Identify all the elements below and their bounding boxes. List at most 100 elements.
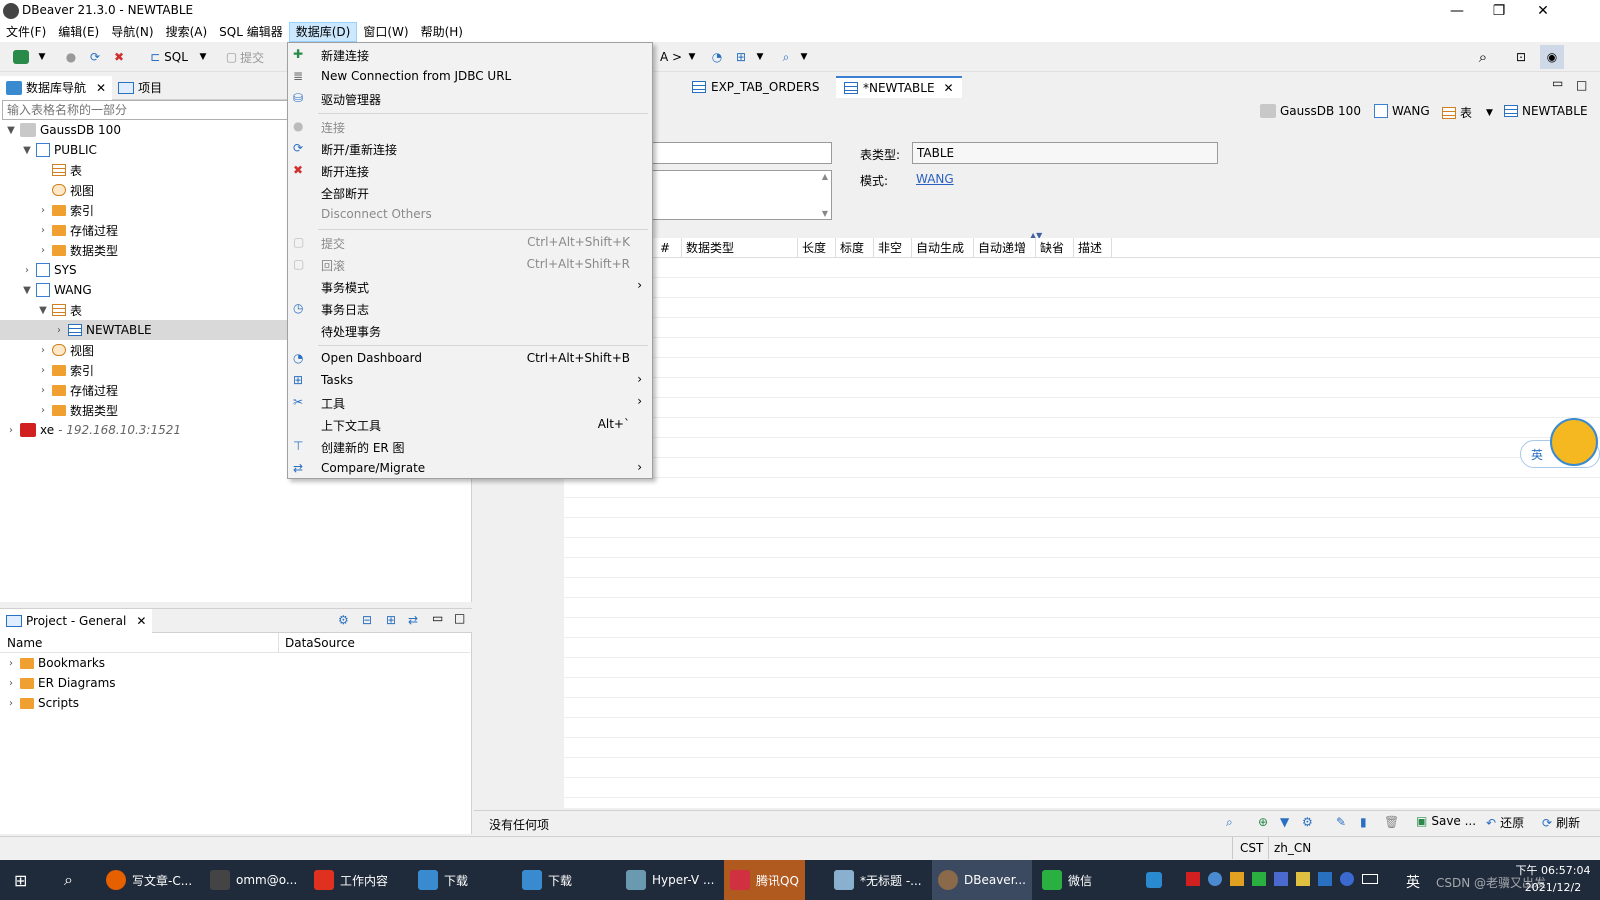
col-header-description[interactable]: 描述 xyxy=(1074,238,1112,258)
minimize-editor-icon[interactable]: ▭ xyxy=(1552,76,1563,90)
ime-mascot-icon[interactable] xyxy=(1550,418,1598,466)
global-search-icon[interactable]: ⌕ xyxy=(1472,45,1494,69)
chevron-down-icon[interactable]: ▼ xyxy=(197,45,209,69)
chevron-down-icon[interactable]: ▼ xyxy=(754,45,766,69)
taskbar-item-terminal[interactable]: omm@o... xyxy=(204,860,303,900)
tray-qq-icon[interactable] xyxy=(1140,860,1168,900)
tree-node-public-views[interactable]: 视图 xyxy=(52,180,94,200)
chevron-right-icon[interactable]: › xyxy=(6,658,16,669)
menu-navigate[interactable]: 导航(N) xyxy=(105,22,159,42)
tray-language[interactable]: 英 xyxy=(1406,872,1420,892)
col-header-scale[interactable]: 标度 xyxy=(836,238,874,258)
taskbar-item-qq[interactable]: 腾讯QQ xyxy=(724,860,805,900)
tray-shield-icon[interactable] xyxy=(1318,872,1332,886)
battery-icon[interactable] xyxy=(1362,874,1378,884)
chevron-down-icon[interactable]: ▼ xyxy=(38,305,48,316)
menu-item-disconnect-all[interactable]: 全部断开 xyxy=(288,182,652,203)
editor-tab-newtable[interactable]: *NEWTABLE ✕ xyxy=(836,76,962,98)
bluetooth-icon[interactable] xyxy=(1340,872,1354,886)
menu-item-rollback[interactable]: ▢ 回滚 Ctrl+Alt+Shift+R xyxy=(288,254,652,275)
breadcrumb-db[interactable]: GaussDB 100 xyxy=(1260,104,1361,118)
tray-app-icon[interactable] xyxy=(1274,872,1288,886)
collapse-all-icon[interactable]: ⊟ xyxy=(362,613,372,627)
tray-app-icon[interactable] xyxy=(1296,872,1310,886)
filter-icon[interactable]: ▼ xyxy=(1280,815,1289,829)
scroll-down-icon[interactable]: ▼ xyxy=(822,209,828,218)
menu-item-create-er-diagram[interactable]: ⊤ 创建新的 ER 图 xyxy=(288,436,652,457)
save-button[interactable]: ▣ Save ... xyxy=(1416,814,1476,828)
chevron-right-icon[interactable]: › xyxy=(38,205,48,216)
tree-node-gaussdb[interactable]: ▼ GaussDB 100 xyxy=(6,120,121,140)
link-editor-icon[interactable]: ⇄ xyxy=(408,613,418,627)
maximize-panel-icon[interactable]: □ xyxy=(454,611,465,625)
chevron-right-icon[interactable]: › xyxy=(38,225,48,236)
breadcrumb-schema[interactable]: WANG xyxy=(1374,104,1430,118)
chevron-down-icon[interactable]: ▼ xyxy=(686,45,698,69)
menu-edit[interactable]: 编辑(E) xyxy=(52,22,105,42)
search-tool-icon[interactable]: ⌕ xyxy=(776,45,796,69)
tasks-icon[interactable]: ⊞ xyxy=(730,45,752,69)
taskbar-item-download-2[interactable]: 下载 xyxy=(516,860,578,900)
taskbar-search-button[interactable]: ⌕ xyxy=(58,860,79,900)
connect-icon[interactable]: ● xyxy=(60,45,82,69)
maximize-button[interactable]: ❐ xyxy=(1476,0,1522,22)
taskbar-item-work[interactable]: 工作内容 xyxy=(308,860,394,900)
close-tab-icon[interactable]: ✕ xyxy=(96,81,106,95)
menu-database[interactable]: 数据库(D) xyxy=(288,22,358,42)
chevron-right-icon[interactable]: › xyxy=(6,678,16,689)
chevron-right-icon[interactable]: › xyxy=(6,698,16,709)
disconnect-icon[interactable]: ✖ xyxy=(108,45,130,69)
menu-item-connect[interactable]: ● 连接 xyxy=(288,116,652,137)
start-button[interactable]: ⊞ xyxy=(8,860,33,900)
col-header-auto-generated[interactable]: 自动生成 xyxy=(912,238,974,258)
chevron-down-icon[interactable]: ▼ xyxy=(22,145,32,156)
close-tab-icon[interactable]: ✕ xyxy=(944,81,954,95)
menu-item-transaction-mode[interactable]: 事务模式 › xyxy=(288,276,652,297)
tree-node-xe[interactable]: › xe - 192.168.10.3:1521 xyxy=(6,420,181,440)
tree-node-newtable[interactable]: › NEWTABLE xyxy=(54,320,152,340)
search-icon[interactable]: ⌕ xyxy=(1226,815,1233,830)
menu-search[interactable]: 搜索(A) xyxy=(160,22,214,42)
tree-node-wang-indexes[interactable]: › 索引 xyxy=(38,360,94,380)
tray-app-icon[interactable] xyxy=(1230,872,1244,886)
sql-editor-button[interactable]: ⊏ SQL xyxy=(144,45,194,69)
chevron-right-icon[interactable]: › xyxy=(22,265,32,276)
taskbar-item-download-1[interactable]: 下载 xyxy=(412,860,474,900)
menu-item-disconnect-others[interactable]: Disconnect Others xyxy=(288,204,652,225)
col-header-datatype[interactable]: 数据类型 xyxy=(682,238,798,258)
taskbar-item-firefox[interactable]: 写文章-C... xyxy=(100,860,198,900)
chevron-down-icon[interactable]: ▼ xyxy=(1486,108,1493,118)
chevron-right-icon[interactable]: › xyxy=(38,405,48,416)
chevron-right-icon[interactable]: › xyxy=(38,365,48,376)
menu-item-open-dashboard[interactable]: ◔ Open Dashboard Ctrl+Alt+Shift+B xyxy=(288,348,652,369)
menu-item-compare-migrate[interactable]: ⇄ Compare/Migrate › xyxy=(288,458,652,479)
close-window-button[interactable]: ✕ xyxy=(1520,0,1566,22)
revert-button[interactable]: ↶ 还原 xyxy=(1486,814,1524,831)
col-header-default[interactable]: 缺省 xyxy=(1036,238,1074,258)
gear-icon[interactable]: ⚙ xyxy=(338,613,349,627)
new-connection-tool-button[interactable] xyxy=(8,45,34,69)
editor-tab-exp-tab-orders[interactable]: EXP_TAB_ORDERS xyxy=(684,76,827,98)
schema-link[interactable]: WANG xyxy=(916,172,954,186)
close-tab-icon[interactable]: ✕ xyxy=(136,614,146,628)
taskbar-item-wechat[interactable]: 微信 xyxy=(1036,860,1098,900)
tab-database-navigator[interactable]: 数据库导航 ✕ xyxy=(0,75,113,100)
description-textarea[interactable]: ▲ ▼ xyxy=(652,170,832,220)
menu-file[interactable]: 文件(F) xyxy=(0,22,52,42)
tree-node-wang-datatypes[interactable]: › 数据类型 xyxy=(38,400,118,420)
menu-item-transaction-log[interactable]: ◷ 事务日志 xyxy=(288,298,652,319)
tab-projects[interactable]: 项目 xyxy=(112,76,168,100)
breadcrumb-folder[interactable]: 表 ▼ xyxy=(1442,104,1493,121)
menu-item-reconnect[interactable]: ⟳ 断开/重新连接 xyxy=(288,138,652,159)
menu-item-tasks[interactable]: ⊞ Tasks › xyxy=(288,370,652,391)
tree-node-public-datatypes[interactable]: › 数据类型 xyxy=(38,240,118,260)
dbeaver-perspective-icon[interactable]: ◉ xyxy=(1540,45,1564,69)
tab-project-general[interactable]: Project - General ✕ xyxy=(0,609,153,633)
menu-item-disconnect[interactable]: ✖ 断开连接 xyxy=(288,160,652,181)
tree-node-wang-procedures[interactable]: › 存储过程 xyxy=(38,380,118,400)
tree-node-public-tables[interactable]: 表 xyxy=(52,160,82,180)
taskbar-item-notepad[interactable]: *无标题 -... xyxy=(828,860,928,900)
chevron-down-icon[interactable]: ▼ xyxy=(6,125,16,136)
delete-icon[interactable]: 🗑 xyxy=(1384,815,1399,829)
column-datasource-header[interactable]: DataSource xyxy=(285,636,355,650)
